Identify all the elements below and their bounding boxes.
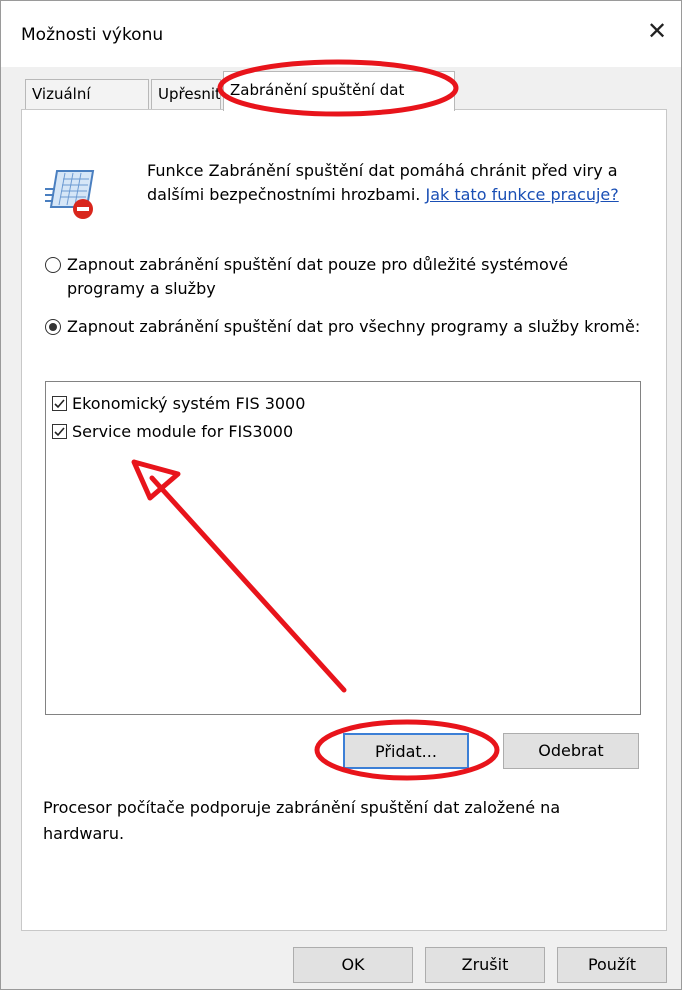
close-icon[interactable]: ✕ xyxy=(647,19,667,43)
tab-visual-effects[interactable]: Vizuální efekty xyxy=(25,79,149,131)
radio-essential-only[interactable]: Zapnout zabránění spuštění dat pouze pro… xyxy=(45,253,645,301)
check-icon xyxy=(54,427,65,437)
list-item[interactable]: Service module for FIS3000 xyxy=(52,422,293,441)
radio-essential-only-button[interactable] xyxy=(45,257,61,273)
tab-advanced[interactable]: Upřesnit xyxy=(151,79,221,109)
radio-all-except-button[interactable] xyxy=(45,319,61,335)
tab-data-execution-prevention[interactable]: Zabránění spuštění dat xyxy=(223,71,455,111)
window-title: Možnosti výkonu xyxy=(21,25,164,45)
exceptions-list[interactable]: Ekonomický systém FIS 3000 Service modul… xyxy=(45,381,641,715)
dep-description: Funkce Zabránění spuštění dat pomáhá chr… xyxy=(147,159,647,207)
radio-essential-only-label: Zapnout zabránění spuštění dat pouze pro… xyxy=(67,255,569,298)
checkbox-service-module[interactable] xyxy=(52,424,67,439)
hardware-support-note: Procesor počítače podporuje zabránění sp… xyxy=(43,798,561,843)
radio-all-except-label: Zapnout zabránění spuštění dat pro všech… xyxy=(67,317,641,336)
checkbox-fis3000[interactable] xyxy=(52,396,67,411)
performance-options-dialog: Možnosti výkonu ✕ Vizuální efekty Upřesn… xyxy=(0,0,682,990)
remove-button[interactable]: Odebrat xyxy=(503,733,639,769)
apply-button[interactable]: Použít xyxy=(557,947,667,983)
cancel-button[interactable]: Zrušit xyxy=(425,947,545,983)
list-item[interactable]: Ekonomický systém FIS 3000 xyxy=(52,394,305,413)
list-item-label: Service module for FIS3000 xyxy=(72,422,294,441)
how-it-works-link[interactable]: Jak tato funkce pracuje? xyxy=(425,185,618,204)
dep-shield-icon xyxy=(45,170,95,219)
radio-all-except[interactable]: Zapnout zabránění spuštění dat pro všech… xyxy=(45,315,645,339)
add-button[interactable]: Přidat... xyxy=(343,733,469,769)
title-bar: Možnosti výkonu ✕ xyxy=(1,1,681,67)
ok-button[interactable]: OK xyxy=(293,947,413,983)
list-item-label: Ekonomický systém FIS 3000 xyxy=(72,394,306,413)
check-icon xyxy=(54,399,65,409)
